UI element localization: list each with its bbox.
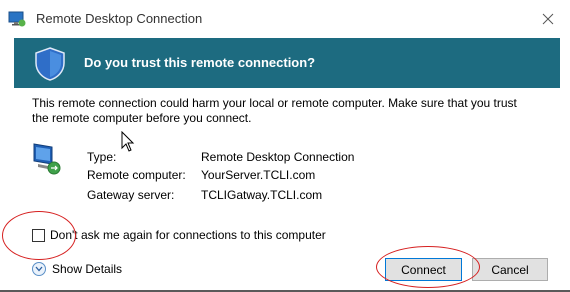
chevron-down-icon[interactable]: [32, 262, 46, 276]
dont-ask-again-label[interactable]: Don't ask me again for connections to th…: [50, 228, 326, 242]
remote-computer-label: Remote computer:: [87, 168, 186, 182]
show-details-label[interactable]: Show Details: [52, 262, 122, 276]
gateway-server-value: TCLIGatway.TCLI.com: [201, 188, 323, 202]
gateway-server-label: Gateway server:: [87, 188, 175, 202]
shield-icon: [35, 47, 65, 81]
close-button[interactable]: [526, 0, 570, 38]
close-icon: [542, 13, 554, 25]
show-details-toggle[interactable]: Show Details: [32, 262, 122, 276]
window-title: Remote Desktop Connection: [36, 11, 203, 26]
mouse-cursor-icon: [121, 131, 135, 152]
type-label: Type:: [87, 150, 117, 164]
remote-desktop-icon: [8, 11, 26, 27]
cancel-button[interactable]: Cancel: [472, 258, 548, 281]
warning-message: This remote connection could harm your l…: [32, 96, 517, 125]
title-bar: Remote Desktop Connection: [0, 0, 570, 38]
banner-heading: Do you trust this remote connection?: [84, 55, 316, 70]
connect-button[interactable]: Connect: [385, 258, 462, 281]
warning-banner: Do you trust this remote connection?: [14, 38, 560, 88]
dont-ask-again-checkbox[interactable]: [32, 228, 45, 242]
remote-computer-value: YourServer.TCLI.com: [201, 168, 316, 182]
remote-computer-icon: [33, 143, 61, 175]
dont-ask-again-row[interactable]: Don't ask me again for connections to th…: [32, 228, 326, 242]
type-value: Remote Desktop Connection: [201, 150, 355, 164]
